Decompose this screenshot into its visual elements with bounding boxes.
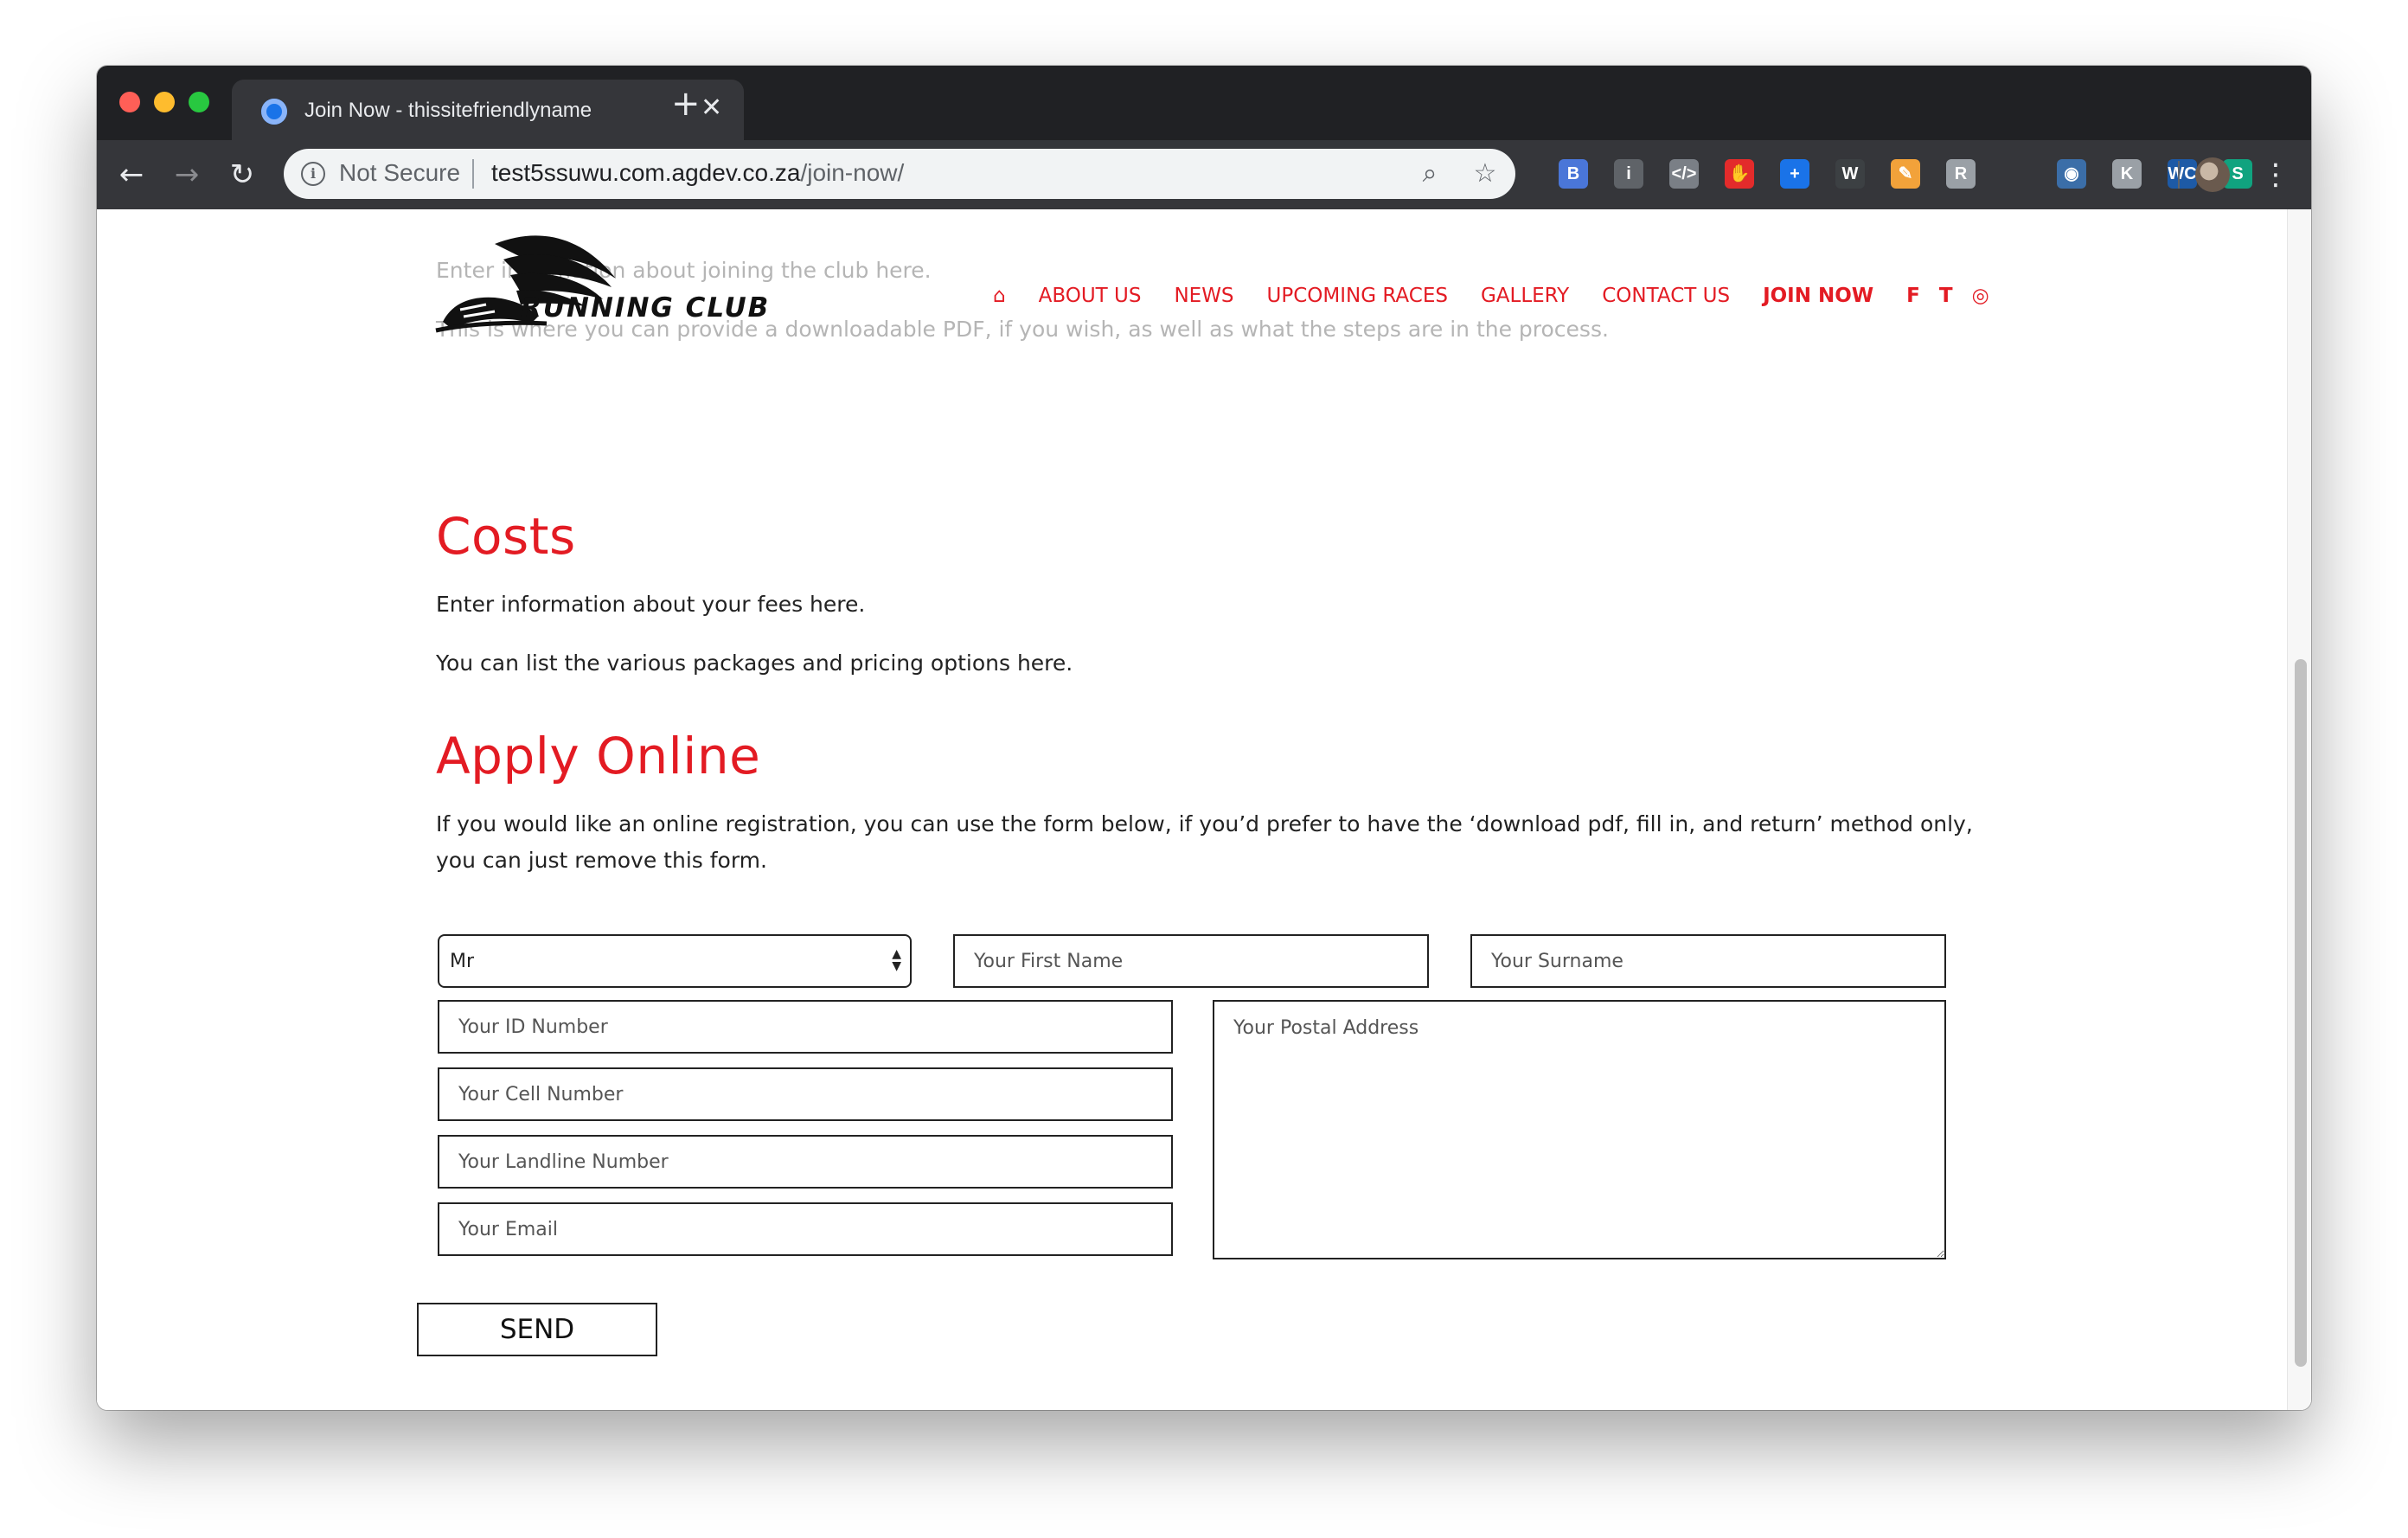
email-input[interactable] xyxy=(438,1202,1173,1256)
nav-news[interactable]: NEWS xyxy=(1174,285,1233,307)
costs-heading: Costs xyxy=(436,507,576,566)
page-viewport: Enter information about joining the club… xyxy=(97,209,2311,1410)
title-select[interactable]: Mr ▲ ▼ xyxy=(438,934,912,988)
facebook-icon[interactable]: f xyxy=(1906,285,1920,307)
address-bar[interactable]: i Not Secure test5ssuwu.com.agdev.co.za/… xyxy=(284,149,1515,199)
nav-join-now[interactable]: JOIN NOW xyxy=(1763,285,1873,307)
apply-online-heading: Apply Online xyxy=(436,727,761,785)
surname-input[interactable] xyxy=(1470,934,1946,988)
apply-online-intro: If you would like an online registration… xyxy=(436,811,1973,873)
browser-window: Join Now - thissitefriendlyname ✕ + ← → … xyxy=(97,66,2311,1410)
extension-info-circle-icon[interactable]: i xyxy=(1614,159,1643,189)
back-button[interactable]: ← xyxy=(111,154,152,195)
tab-join-now[interactable]: Join Now - thissitefriendlyname ✕ xyxy=(232,80,744,140)
tab-strip: Join Now - thissitefriendlyname ✕ + xyxy=(97,66,2311,140)
home-icon[interactable]: ⌂ xyxy=(993,285,1006,307)
costs-paragraph-2: You can list the various packages and pr… xyxy=(436,650,1073,676)
tab-close-icon[interactable]: ✕ xyxy=(701,93,722,123)
nav-gallery[interactable]: GALLERY xyxy=(1481,285,1569,307)
title-select-value: Mr xyxy=(450,950,475,972)
nav-about-us[interactable]: ABOUT US xyxy=(1039,285,1142,307)
tab-title: Join Now - thissitefriendlyname xyxy=(304,99,592,122)
new-tab-button[interactable]: + xyxy=(671,87,701,121)
security-label[interactable]: Not Secure xyxy=(339,159,460,187)
toolbar-separator xyxy=(2178,161,2180,189)
extension-stop-hand-icon[interactable]: ✋ xyxy=(1725,159,1754,189)
nav-upcoming-races[interactable]: UPCOMING RACES xyxy=(1267,285,1448,307)
bookmark-star-icon[interactable]: ☆ xyxy=(1469,157,1502,190)
extension-camera-lens-icon[interactable]: ◉ xyxy=(2057,159,2086,189)
footer-instagram-icon[interactable]: ◎ xyxy=(1917,1405,1937,1410)
main-navigation: ⌂ ABOUT US NEWS UPCOMING RACES GALLERY C… xyxy=(983,279,2008,313)
logo-text: RUNNING CLUB xyxy=(521,292,771,324)
footer-facebook-icon[interactable]: f xyxy=(1853,1405,1861,1410)
chrome-menu-icon[interactable]: ⋮ xyxy=(2261,154,2290,195)
extension-k-icon[interactable]: K xyxy=(2112,159,2142,189)
browser-toolbar: ← → ↻ i Not Secure test5ssuwu.com.agdev.… xyxy=(97,140,2311,209)
cell-number-input[interactable] xyxy=(438,1067,1173,1121)
minimize-window-button[interactable] xyxy=(154,92,175,112)
scrollbar-thumb[interactable] xyxy=(2295,659,2307,1367)
extension-wordpress-icon[interactable]: W xyxy=(1835,159,1865,189)
instagram-icon[interactable]: ◎ xyxy=(1972,285,1989,307)
reload-button[interactable]: ↻ xyxy=(221,154,263,195)
info-icon[interactable]: i xyxy=(301,162,325,186)
url-host: test5ssuwu.com.agdev.co.za xyxy=(491,159,801,186)
address-separator xyxy=(472,159,474,189)
first-name-input[interactable] xyxy=(953,934,1429,988)
page-scrollbar[interactable] xyxy=(2287,209,2311,1410)
footer-twitter-icon[interactable]: t xyxy=(1885,1405,1894,1410)
landline-number-input[interactable] xyxy=(438,1135,1173,1189)
url-text[interactable]: test5ssuwu.com.agdev.co.za/join-now/ xyxy=(491,159,904,187)
extension-bootstrap-icon[interactable]: B xyxy=(1559,159,1588,189)
site-logo[interactable]: RUNNING CLUB xyxy=(434,227,768,336)
costs-paragraph-1: Enter information about your fees here. xyxy=(436,592,866,617)
close-window-button[interactable] xyxy=(119,92,140,112)
twitter-icon[interactable]: t xyxy=(1939,285,1953,307)
extension-woocommerce-icon[interactable]: WC xyxy=(2168,159,2197,189)
nav-contact-us[interactable]: CONTACT US xyxy=(1602,285,1730,307)
zoom-icon[interactable]: ⌕ xyxy=(1413,157,1446,190)
extension-r-icon[interactable]: R xyxy=(1946,159,1976,189)
extension-blank-icon[interactable] xyxy=(2001,159,2031,189)
footer-social-links: f t ◎ xyxy=(1853,1405,1938,1410)
forward-button[interactable]: → xyxy=(166,154,208,195)
id-number-input[interactable] xyxy=(438,1000,1173,1054)
profile-avatar[interactable] xyxy=(2195,157,2230,192)
url-path: /join-now/ xyxy=(800,159,905,186)
send-button[interactable]: SEND xyxy=(417,1303,657,1356)
postal-address-textarea[interactable] xyxy=(1213,1000,1946,1259)
extension-code-icon[interactable]: </> xyxy=(1669,159,1699,189)
extension-notepad-icon[interactable]: ✎ xyxy=(1891,159,1920,189)
extension-plus-square-icon[interactable]: + xyxy=(1780,159,1809,189)
select-updown-icon: ▲ ▼ xyxy=(892,947,901,973)
favicon-icon xyxy=(261,99,287,125)
maximize-window-button[interactable] xyxy=(189,92,209,112)
